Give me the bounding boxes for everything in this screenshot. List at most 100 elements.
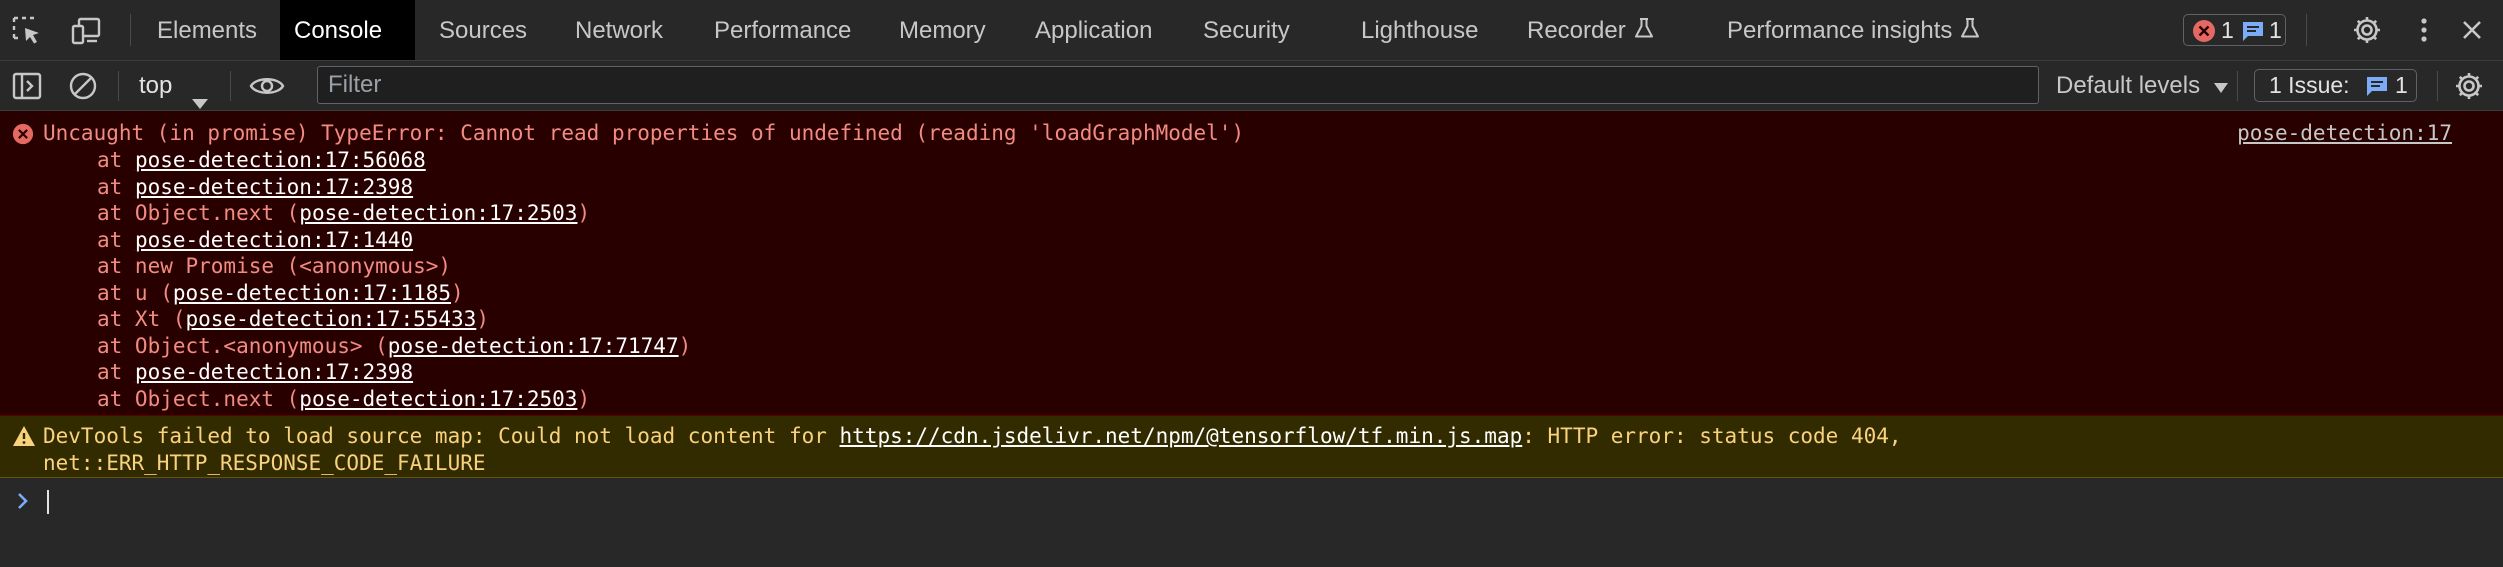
tab-memory[interactable]: Memory [885, 0, 1000, 60]
message-count: 1 [2269, 17, 2282, 43]
console-settings-gear-icon[interactable] [2452, 69, 2486, 103]
frame-suffix: ) [476, 307, 489, 331]
frame-source-link[interactable]: pose-detection:17:2398 [135, 175, 413, 199]
stack-frame: at pose-detection:17:2398 [97, 359, 691, 386]
frame-source-link[interactable]: pose-detection:17:1185 [173, 281, 451, 305]
frame-source-link[interactable]: pose-detection:17:55433 [186, 307, 477, 331]
tab-recorder[interactable]: Recorder [1513, 0, 1668, 60]
prompt-chevron-icon [16, 491, 30, 516]
separator [2306, 14, 2307, 46]
frame-prefix: at u ( [97, 280, 173, 305]
tab-label: Performance insights [1727, 17, 1953, 44]
frame-source-link[interactable]: pose-detection:17:56068 [135, 148, 426, 172]
error-text: Uncaught (in promise) TypeError: Cannot … [43, 121, 1245, 145]
frame-prefix: at [97, 227, 135, 252]
message-icon [2365, 74, 2389, 106]
tab-performance-insights[interactable]: Performance insights [1713, 0, 1994, 60]
warning-text: DevTools failed to load source map: Coul… [43, 424, 1902, 448]
frame-source-link[interactable]: pose-detection:17:1440 [135, 228, 413, 252]
stack-frame: at Object.<anonymous> (pose-detection:17… [97, 333, 691, 360]
warning-suffix: : HTTP error: status code 404, [1522, 424, 1902, 448]
device-toolbar-icon[interactable] [69, 14, 103, 48]
tab-application[interactable]: Application [1021, 0, 1166, 60]
frame-source-link[interactable]: pose-detection:17:71747 [388, 334, 679, 358]
frame-source-link[interactable]: pose-detection:17:2503 [299, 201, 577, 225]
frame-prefix: at new Promise (<anonymous>) [97, 254, 452, 278]
error-source-link[interactable]: pose-detection:17 [2237, 121, 2452, 145]
clear-console-icon[interactable] [66, 69, 100, 103]
tab-label: Application [1035, 17, 1153, 44]
frame-prefix: at [97, 360, 135, 384]
frame-suffix: ) [577, 386, 591, 411]
error-icon [12, 123, 34, 150]
context-label: top [139, 72, 173, 99]
chevron-down-icon [2213, 62, 2229, 112]
warning-error-code: net::ERR_HTTP_RESPONSE_CODE_FAILURE [43, 451, 486, 475]
tab-elements[interactable]: Elements [143, 0, 271, 60]
source-map-url-link[interactable]: https://cdn.jsdelivr.net/npm/@tensorflow… [840, 424, 1523, 448]
live-expression-eye-icon[interactable] [249, 69, 285, 103]
tab-label: Network [575, 17, 664, 44]
stack-frame: at Object.next (pose-detection:17:2503) [97, 200, 691, 227]
stack-frame: at pose-detection:17:2398 [97, 174, 691, 201]
tab-label: Lighthouse [1361, 17, 1479, 44]
tab-label: Elements [157, 17, 258, 44]
frame-prefix: at Object.next ( [97, 386, 300, 411]
experiment-flask-icon [1634, 1, 1654, 63]
inspect-element-icon[interactable] [10, 14, 44, 48]
more-options-icon[interactable] [2407, 13, 2441, 47]
error-warning-counter[interactable]: 1 1 [2183, 14, 2286, 46]
issues-button[interactable]: 1 Issue: 1 [2254, 69, 2417, 102]
devtools-tab-bar: Elements Console Sources Network Perform… [0, 0, 2503, 61]
close-devtools-icon[interactable] [2455, 13, 2489, 47]
log-levels-dropdown[interactable]: Default levels [2056, 61, 2229, 110]
levels-label: Default levels [2056, 72, 2201, 99]
tab-label: Memory [899, 17, 986, 44]
stack-frame: at u (pose-detection:17:1185) [97, 280, 691, 307]
frame-prefix: at Object.<anonymous> ( [97, 333, 388, 358]
frame-suffix: ) [577, 201, 591, 225]
frame-source-link[interactable]: pose-detection:17:2398 [135, 360, 413, 384]
tab-label: Performance [714, 17, 852, 44]
separator [2437, 71, 2438, 101]
frame-suffix: ) [451, 280, 464, 305]
tab-label: Recorder [1527, 17, 1626, 44]
error-icon [2192, 19, 2216, 50]
stack-frame: at Xt (pose-detection:17:55433) [97, 306, 691, 333]
tab-sources[interactable]: Sources [425, 0, 541, 60]
separator [230, 71, 231, 101]
tab-label: Security [1203, 17, 1290, 44]
console-error-message: Uncaught (in promise) TypeError: Cannot … [0, 111, 2503, 416]
frame-source-link[interactable]: pose-detection:17:2503 [299, 387, 577, 411]
separator [118, 71, 119, 101]
stack-frame: at new Promise (<anonymous>) [97, 253, 691, 280]
tab-performance[interactable]: Performance [700, 0, 865, 60]
stack-frame: at pose-detection:17:1440 [97, 227, 691, 254]
frame-suffix: ) [678, 333, 692, 358]
frame-prefix: at Object.next ( [97, 201, 300, 225]
tab-network[interactable]: Network [561, 0, 677, 60]
filter-input[interactable]: Filter [317, 66, 2039, 104]
settings-gear-icon[interactable] [2350, 13, 2384, 47]
stack-frame: at Object.next (pose-detection:17:2503) [97, 386, 691, 413]
frame-prefix: at Xt ( [97, 307, 186, 331]
context-selector[interactable]: top [139, 61, 208, 110]
message-icon [2241, 19, 2265, 50]
experiment-flask-icon [1960, 1, 1980, 63]
warning-icon [12, 425, 36, 452]
console-prompt[interactable] [0, 478, 2503, 567]
console-warning-message: DevTools failed to load source map: Coul… [0, 416, 2503, 478]
stack-trace: at pose-detection:17:56068 at pose-detect… [97, 147, 691, 412]
separator [2237, 71, 2238, 101]
tab-label: Console [294, 17, 383, 44]
issues-label: 1 Issue: [2269, 72, 2350, 98]
tab-lighthouse[interactable]: Lighthouse [1347, 0, 1492, 60]
sidebar-toggle-icon[interactable] [10, 69, 44, 103]
error-count: 1 [2221, 17, 2234, 43]
frame-prefix: at [97, 148, 135, 172]
frame-prefix: at [97, 174, 135, 199]
stack-frame: at pose-detection:17:56068 [97, 147, 691, 174]
tab-security[interactable]: Security [1189, 0, 1304, 60]
tab-console[interactable]: Console [280, 0, 415, 60]
text-cursor [47, 490, 49, 514]
